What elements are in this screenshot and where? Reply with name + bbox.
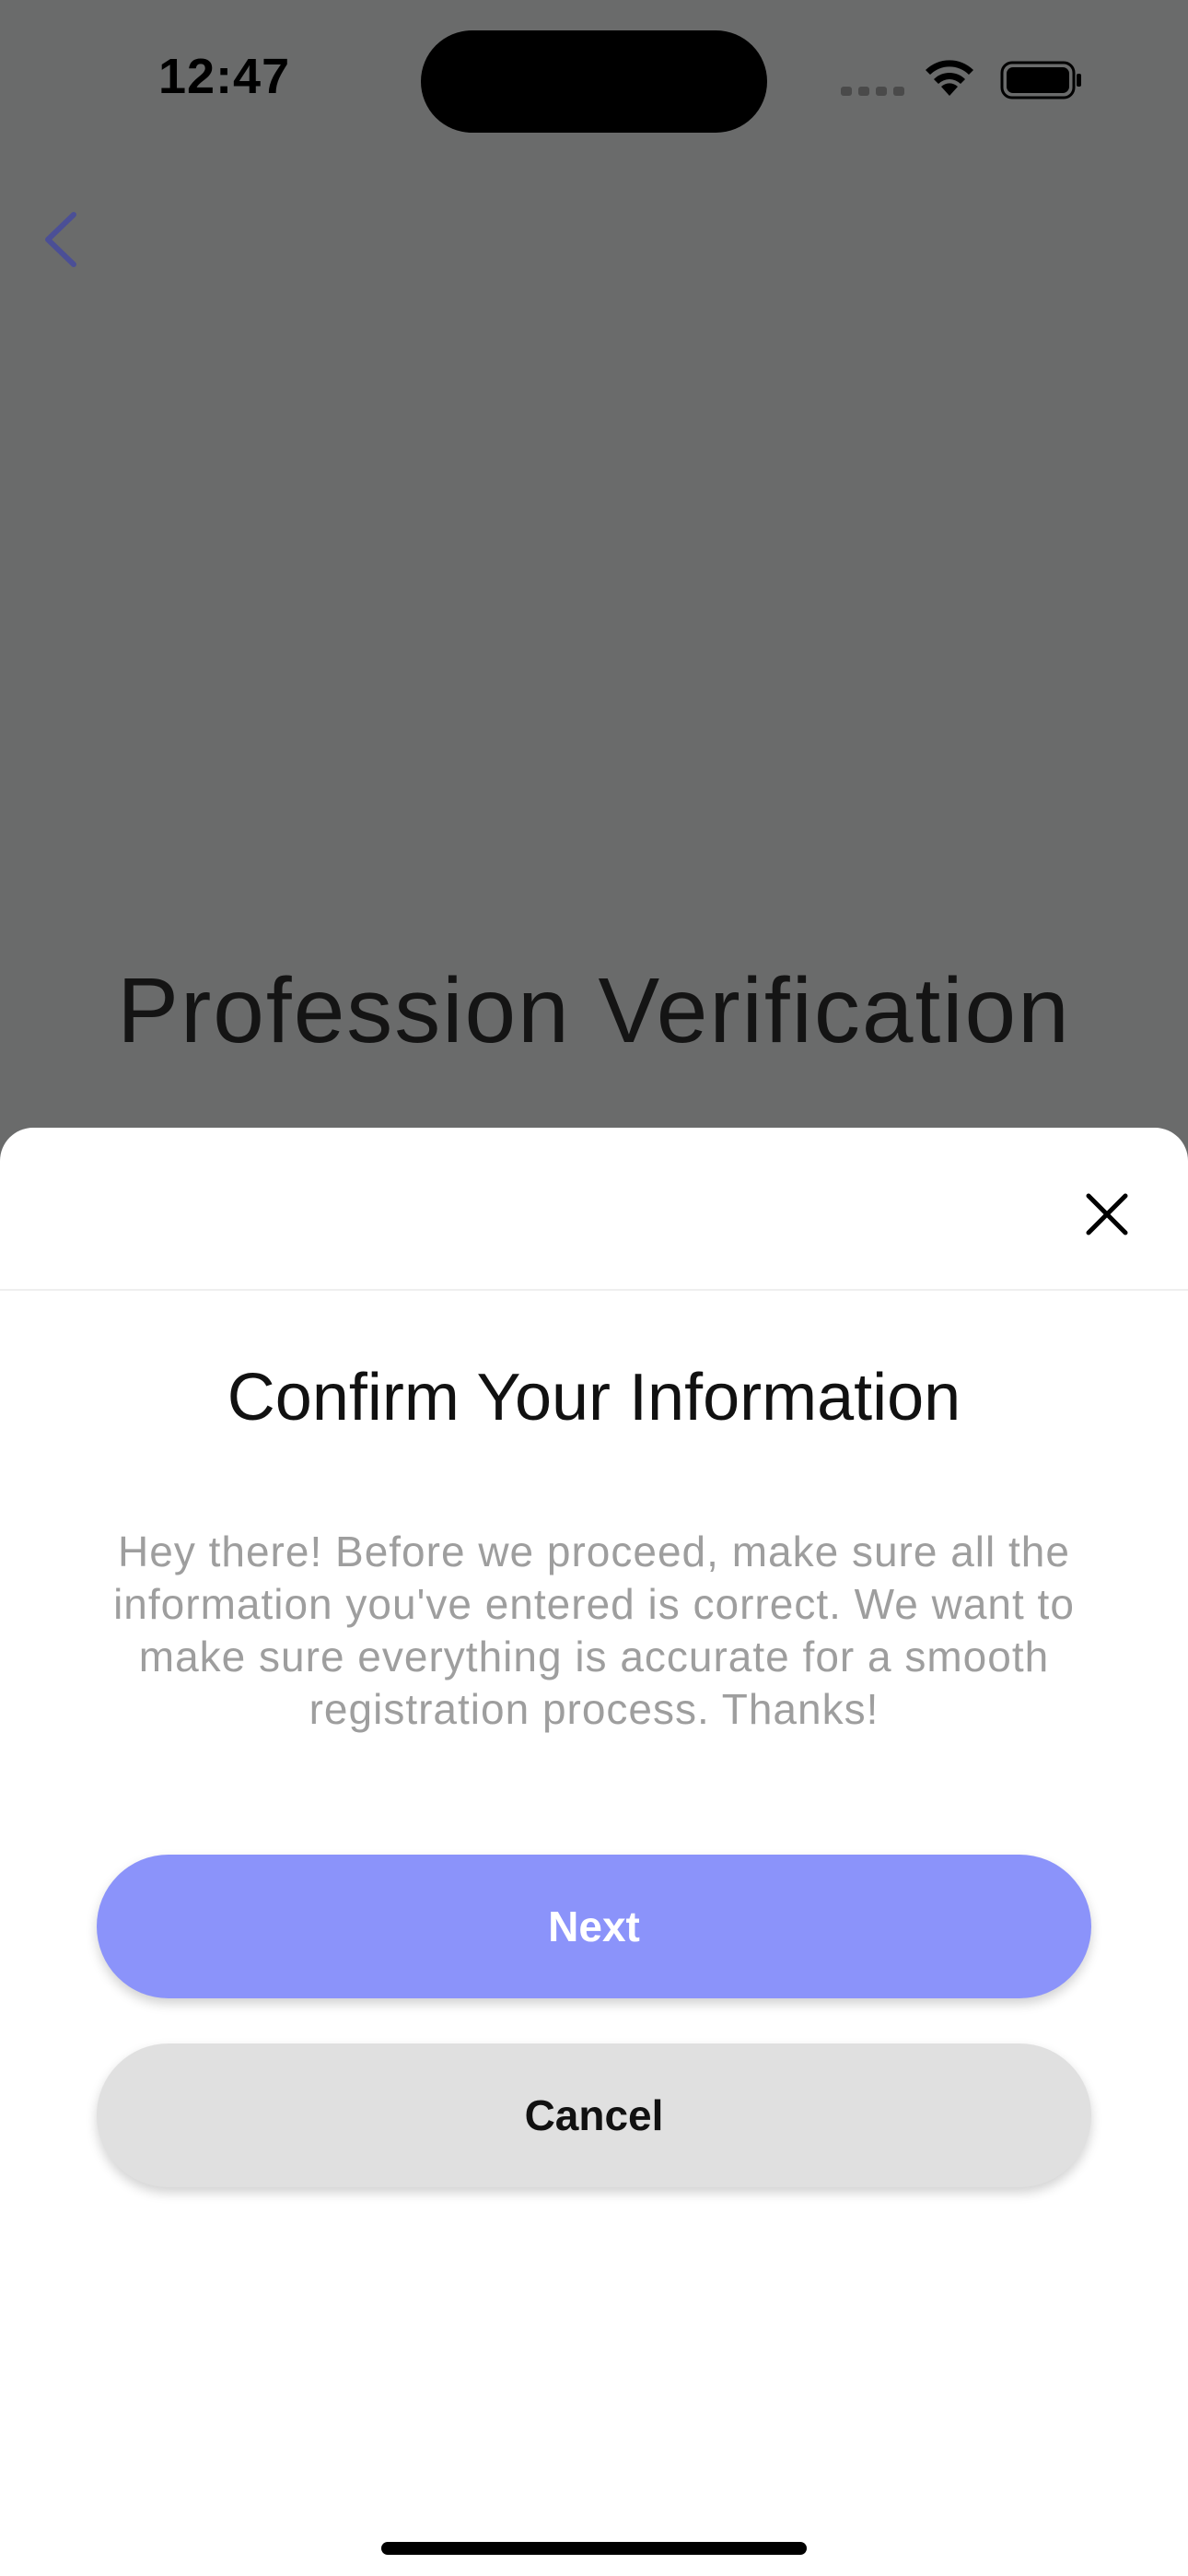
dynamic-island [421,30,767,133]
status-bar: 12:47 [0,0,1188,157]
sheet-title: Confirm Your Information [227,1361,961,1434]
battery-icon [1000,61,1081,100]
signal-icon [841,87,905,96]
home-indicator[interactable] [381,2542,807,2555]
background-page-title: Profession Verification [117,959,1071,1062]
cancel-button[interactable]: Cancel [97,2043,1091,2187]
close-icon [1086,1193,1128,1235]
confirm-bottom-sheet: Confirm Your Information Hey there! Befo… [0,1128,1188,2576]
wifi-icon [926,60,973,96]
status-time: 12:47 [158,49,291,104]
next-button[interactable]: Next [97,1855,1091,1998]
sheet-header [0,1128,1188,1291]
back-button[interactable] [37,207,88,272]
close-button[interactable] [1083,1190,1131,1238]
chevron-left-icon [45,212,76,267]
sheet-message: Hey there! Before we proceed, make sure … [113,1528,1075,1733]
